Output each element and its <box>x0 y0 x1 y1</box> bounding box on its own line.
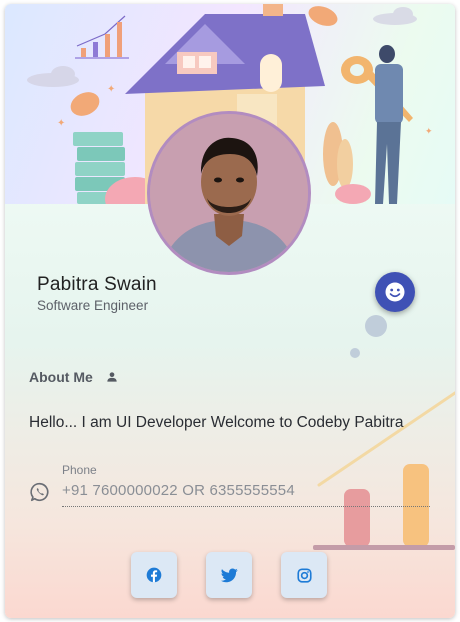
phone-field-underline <box>62 506 430 507</box>
phone-input[interactable]: +91 7600000022 OR 6355555554 <box>62 482 295 499</box>
svg-text:✦: ✦ <box>107 84 115 95</box>
smiley-face-icon <box>385 282 405 302</box>
instagram-button[interactable] <box>281 552 327 598</box>
decorative-bars-illustration <box>305 379 455 564</box>
smiley-action-button[interactable] <box>375 272 415 312</box>
profile-photo <box>147 111 311 275</box>
twitter-icon <box>220 567 238 582</box>
svg-text:✦: ✦ <box>57 118 65 129</box>
profile-card: ✦ ✦ ✦ Pabitra Swain Software Engineer Ab… <box>5 4 455 618</box>
decorative-bubble <box>350 348 360 358</box>
twitter-button[interactable] <box>206 552 252 598</box>
facebook-button[interactable] <box>131 552 177 598</box>
about-me-label: About Me <box>29 369 93 385</box>
person-icon <box>105 370 119 389</box>
svg-text:✦: ✦ <box>425 127 433 137</box>
profile-role: Software Engineer <box>37 298 149 313</box>
whatsapp-icon <box>29 481 51 508</box>
phone-label: Phone <box>62 463 97 477</box>
decorative-bubble <box>365 315 387 337</box>
profile-name: Pabitra Swain <box>37 274 157 295</box>
instagram-icon <box>296 567 312 583</box>
about-me-text: Hello... I am UI Developer Welcome to Co… <box>29 414 404 431</box>
facebook-icon <box>146 567 162 583</box>
